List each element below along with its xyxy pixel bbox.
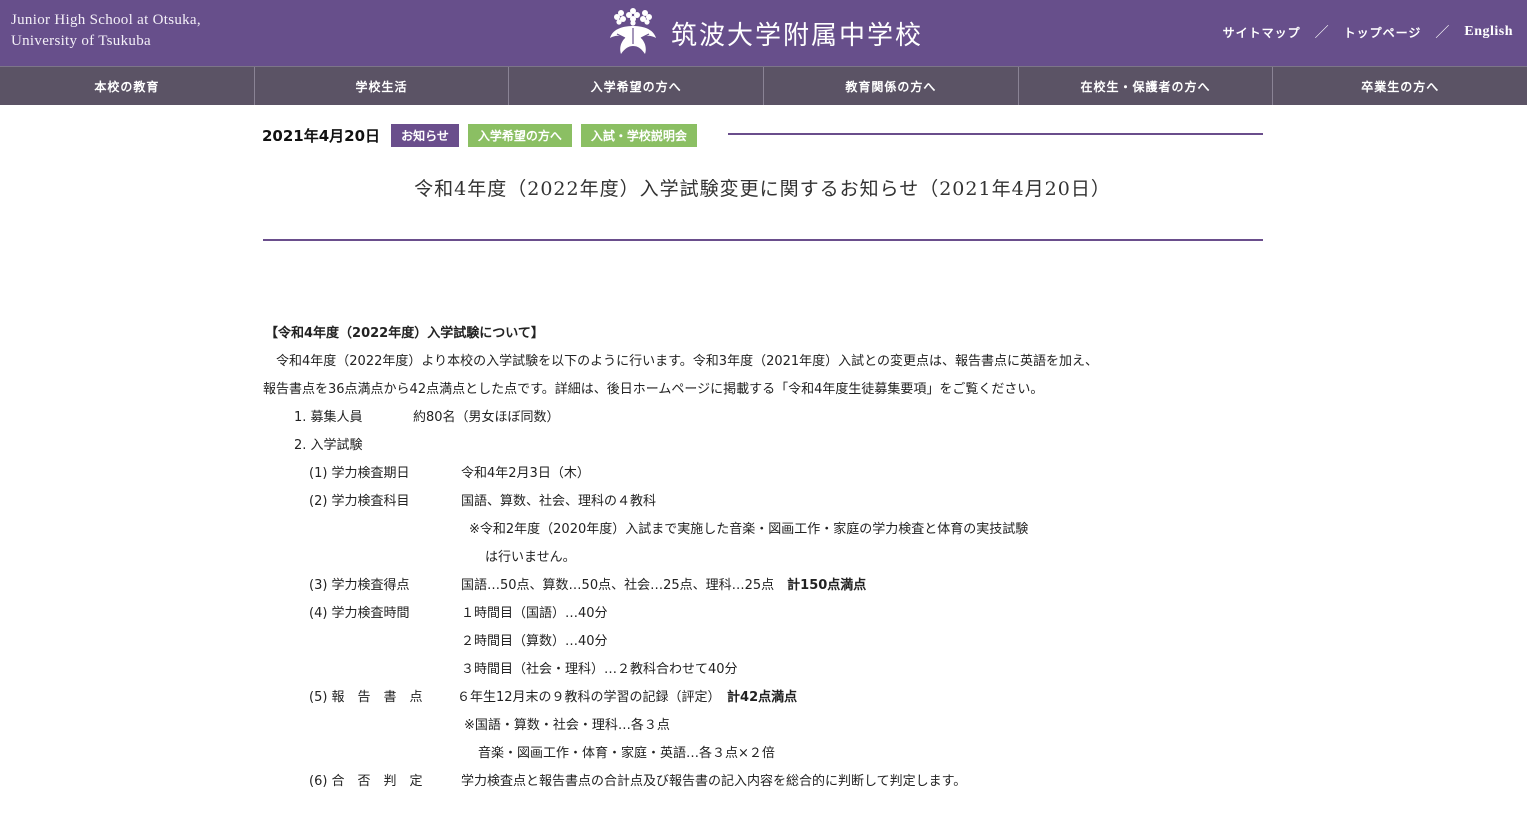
subitem-note: ※令和2年度（2020年度）入試まで実施した音楽・図画工作・家庭の学力検査と体育…	[469, 522, 1029, 537]
subitem-value: ３時間目（社会・理科）…２教科合わせて40分	[461, 662, 738, 677]
subitem-note: は行いません。	[485, 550, 576, 565]
subitem-value: ６年生12月末の９教科の学習の記録（評定） 計42点満点	[457, 686, 797, 705]
school-name-en-line2: University of Tsukuba	[11, 33, 151, 49]
subitem-value: ２時間目（算数）…40分	[461, 634, 608, 649]
global-nav: 本校の教育 学校生活 入学希望の方へ 教育関係の方へ 在校生・保護者の方へ 卒業…	[0, 66, 1527, 105]
tag-admissions[interactable]: 入試・学校説明会	[580, 123, 697, 147]
subitem-value: 国語、算数、社会、理科の４教科	[461, 494, 657, 509]
subitem-value: １時間目（国語）…40分	[461, 606, 608, 621]
subitem-value: 令和4年2月3日（木）	[461, 466, 590, 481]
util-separator: ／	[1435, 25, 1451, 41]
intro-paragraph-line2: 報告書点を36点満点から42点満点とした点です。詳細は、後日ホームページに掲載す…	[263, 382, 1044, 397]
title-divider	[263, 239, 1263, 241]
paulownia-crest-icon	[610, 8, 656, 54]
subitem-note: 音楽・図画工作・体育・家庭・英語…各３点×２倍	[478, 746, 775, 761]
page-title: 令和4年度（2022年度）入学試験変更に関するお知らせ（2021年4月20日）	[414, 178, 1111, 200]
subitem-value-text: ６年生12月末の９教科の学習の記録（評定）	[457, 690, 728, 705]
section-heading: 【令和4年度（2022年度）入学試験について】	[265, 326, 544, 341]
site-logo[interactable]: 筑波大学附属中学校	[607, 8, 923, 58]
subitem-value: 国語…50点、算数…50点、社会…25点、理科…25点 計150点満点	[461, 574, 866, 593]
subitem-note: ※国語・算数・社会・理科…各３点	[464, 718, 670, 733]
sitemap-link[interactable]: サイトマップ	[1223, 24, 1301, 41]
english-link[interactable]: English	[1464, 24, 1513, 40]
nav-item-prospective-students[interactable]: 入学希望の方へ	[508, 67, 763, 105]
subitem-label: (6) 合 否 判 定	[309, 774, 423, 789]
top-page-link[interactable]: トップページ	[1344, 24, 1422, 41]
post-date: 2021年4月20日	[262, 126, 381, 145]
nav-item-educators[interactable]: 教育関係の方へ	[763, 67, 1018, 105]
school-name-jp: 筑波大学附属中学校	[671, 20, 924, 51]
utility-links: サイトマップ ／ トップページ ／ English	[1223, 22, 1513, 42]
subitem-label: (2) 学力検査科目	[309, 494, 410, 509]
item-value: 約80名（男女ほぼ同数）	[413, 410, 560, 425]
divider	[727, 133, 1263, 135]
nav-item-school-life[interactable]: 学校生活	[253, 67, 509, 105]
subitem-label: (5) 報 告 書 点	[309, 690, 423, 705]
subitem-value: 学力検査点と報告書点の合計点及び報告書の記入内容を総合的に判断して判定します。	[461, 774, 967, 789]
subitem-value-text: 国語…50点、算数…50点、社会…25点、理科…25点	[461, 578, 788, 593]
school-name-en[interactable]: Junior High School at Otsuka, University…	[11, 10, 201, 52]
intro-paragraph-line1: 令和4年度（2022年度）より本校の入学試験を以下のように行います。令和3年度（…	[263, 354, 1099, 369]
subitem-label: (1) 学力検査期日	[309, 466, 410, 481]
subitem-label: (3) 学力検査得点	[309, 578, 410, 593]
subitem-total: 計42点満点	[727, 690, 798, 705]
subitem-total: 計150点満点	[787, 578, 867, 593]
item-label: 2. 入学試験	[294, 438, 363, 453]
tag-prospective-students[interactable]: 入学希望の方へ	[467, 123, 572, 147]
site-header: Junior High School at Otsuka, University…	[0, 0, 1527, 66]
nav-item-alumni[interactable]: 卒業生の方へ	[1272, 67, 1527, 105]
school-name-en-line1: Junior High School at Otsuka,	[11, 12, 201, 28]
item-label: 1. 募集人員	[294, 410, 363, 425]
nav-item-students-parents[interactable]: 在校生・保護者の方へ	[1017, 67, 1273, 105]
util-separator: ／	[1314, 25, 1330, 41]
post-meta: 2021年4月20日 お知らせ 入学希望の方へ 入試・学校説明会	[262, 122, 1263, 148]
subitem-label: (4) 学力検査時間	[309, 606, 410, 621]
tag-news[interactable]: お知らせ	[391, 123, 459, 147]
nav-item-education[interactable]: 本校の教育	[0, 67, 254, 105]
